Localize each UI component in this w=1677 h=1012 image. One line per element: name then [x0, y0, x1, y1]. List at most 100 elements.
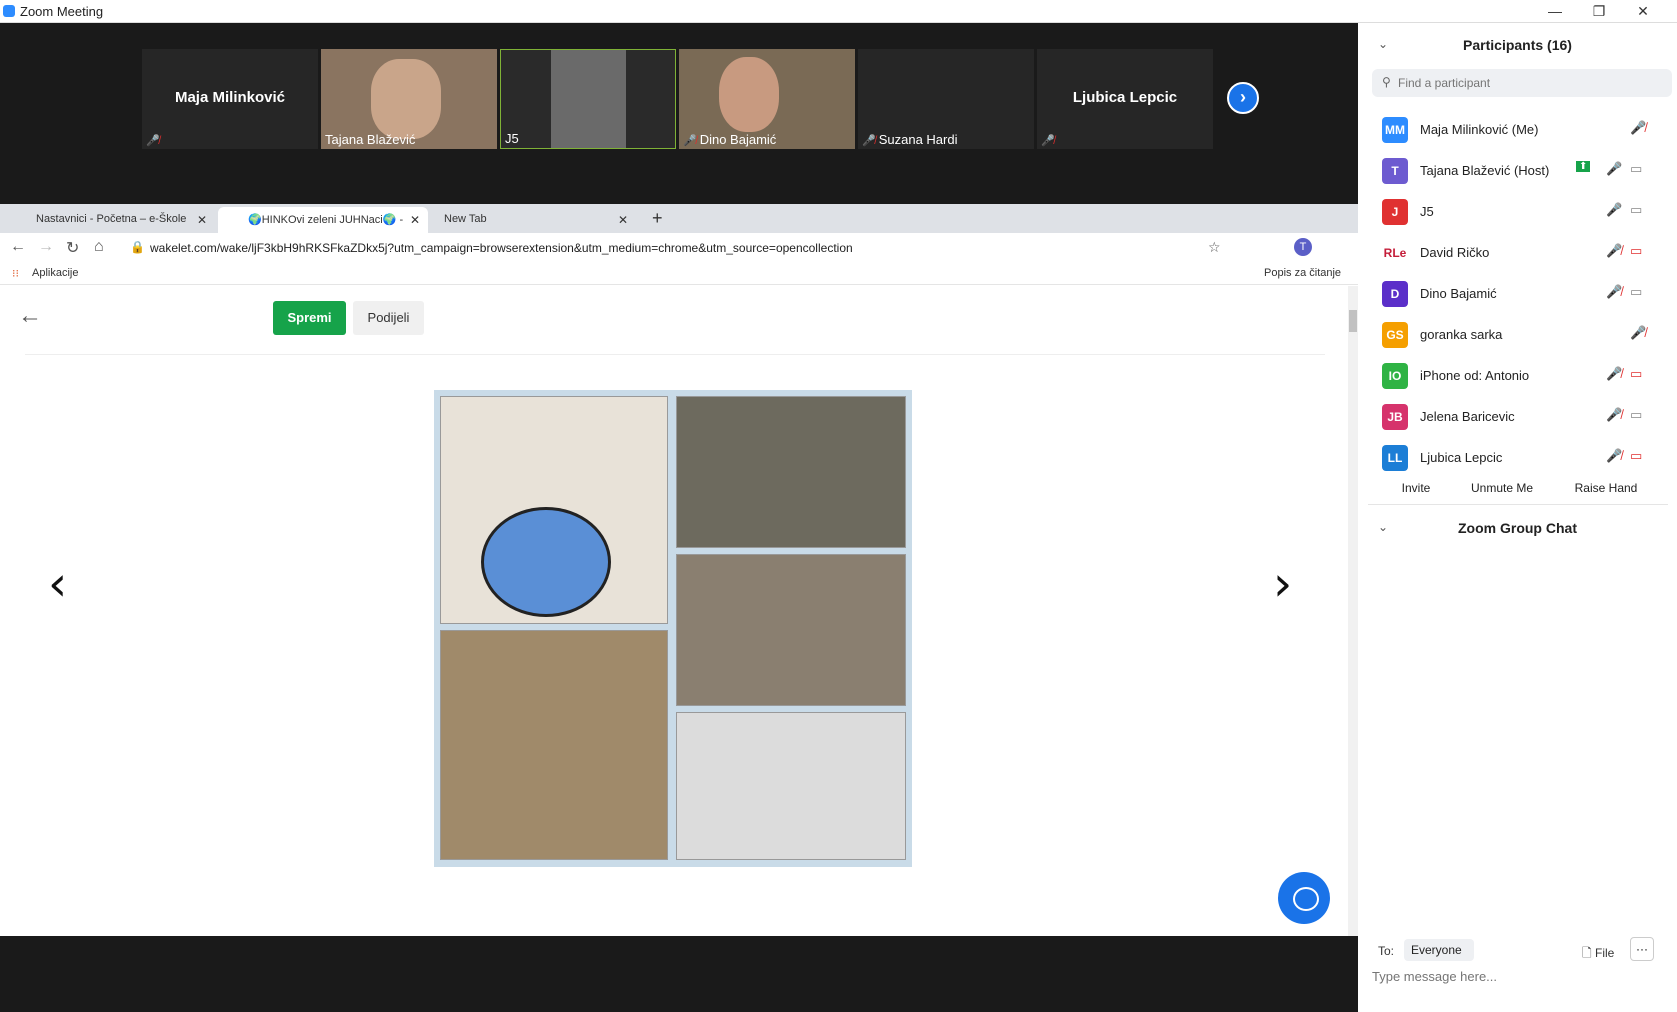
camera-icon[interactable]: ▭ [1630, 161, 1642, 177]
mic-icon[interactable]: 🎤 [1606, 161, 1622, 177]
minimize-button[interactable]: — [1533, 0, 1577, 23]
share-button[interactable]: Podijeli [353, 301, 424, 335]
save-button[interactable]: Spremi [273, 301, 346, 335]
restore-button[interactable]: ❐ [1577, 0, 1621, 23]
video-tile-maja[interactable]: Maja Milinković 🎤̸ [142, 49, 318, 149]
reload-icon[interactable]: ↻ [66, 238, 79, 258]
tile-caption: 🎤̸ Suzana Hardi [862, 132, 958, 147]
avatar: MM [1382, 117, 1408, 143]
zoom-logo-icon [3, 5, 15, 17]
tab-strip: Nastavnici - Početna – e-Škole ✕ 🌍HINKOvi… [0, 204, 1358, 233]
close-tab-icon[interactable]: ✕ [618, 213, 628, 227]
avatar: T [1382, 158, 1408, 184]
lock-icon: 🔒 [130, 240, 145, 254]
reading-list[interactable]: Popis za čitanje [1264, 267, 1341, 279]
drawing-earth-image [440, 396, 668, 624]
forward-icon[interactable]: → [38, 238, 54, 256]
participant-name: Maja Milinković (Me) [1420, 122, 1539, 137]
camera-icon[interactable]: ▭ [1630, 407, 1642, 423]
mic-off-icon: 🎤̸ [146, 135, 160, 147]
chat-message-input[interactable] [1372, 964, 1662, 988]
bookmark-apps[interactable]: Aplikacije [32, 267, 78, 279]
url-field[interactable]: wakelet.com/wake/ljF3kbH9hRKSFkaZDkx5j?u… [150, 241, 853, 255]
prev-slide-button[interactable]: ‹ [48, 556, 67, 612]
tab-new[interactable]: New Tab ✕ [430, 207, 636, 233]
mic-off-icon[interactable]: 🎤̸ [1606, 366, 1622, 382]
back-arrow-icon[interactable]: ← [18, 302, 42, 330]
participant-name: Ljubica Lepcic [1420, 450, 1503, 465]
next-slide-button[interactable]: › [1273, 556, 1292, 612]
camera-off-icon[interactable]: ▭ [1630, 243, 1642, 259]
mic-off-icon: 🎤̸ [683, 135, 697, 147]
mic-off-icon[interactable]: 🎤̸ [1606, 243, 1622, 259]
tab-wakelet[interactable]: 🌍HINKOvi zeleni JUHNaci🌍 - ✕ [218, 207, 428, 233]
chat-bubble-icon[interactable] [1278, 872, 1330, 924]
avatar: RLe [1382, 240, 1408, 266]
participant-row[interactable]: J J5 🎤 ▭ [1358, 191, 1677, 232]
new-tab-button[interactable]: + [652, 208, 663, 229]
camera-icon[interactable]: ▭ [1630, 202, 1642, 218]
raise-hand-button[interactable]: Raise Hand [1566, 476, 1646, 500]
screen-share-icon: ⬆ [1576, 161, 1591, 172]
camera-icon[interactable]: ▭ [1630, 284, 1642, 300]
search-input[interactable] [1398, 73, 1658, 93]
unmute-me-button[interactable]: Unmute Me [1462, 476, 1542, 500]
file-icon: 🗋 [1582, 946, 1592, 960]
tile-name: Ljubica Lepcic [1072, 89, 1178, 106]
gallery-next-button[interactable]: › [1227, 82, 1259, 114]
mic-off-icon: 🎤̸ [862, 135, 876, 147]
mic-off-icon[interactable]: 🎤̸ [1630, 120, 1646, 136]
video-tile-suzana[interactable]: 🎤̸ Suzana Hardi [858, 49, 1034, 149]
close-tab-icon[interactable]: ✕ [410, 213, 420, 227]
wakelet-page: ← Spremi Podijeli ‹ › [0, 286, 1358, 936]
tile-caption: 🎤̸ [1041, 132, 1058, 147]
window-title: Zoom Meeting [20, 4, 104, 19]
close-tab-icon[interactable]: ✕ [197, 213, 207, 227]
file-button[interactable]: 🗋 File [1582, 944, 1614, 965]
avatar: IO [1382, 363, 1408, 389]
participant-video [551, 50, 626, 148]
search-icon: ⚲ [1382, 75, 1391, 89]
video-tile-ljubica[interactable]: Ljubica Lepcic 🎤̸ [1037, 49, 1213, 149]
bookmark-star-icon[interactable]: ☆ [1208, 239, 1221, 256]
classroom-photo-2 [676, 554, 906, 706]
recipient-select[interactable]: Everyone ⌄ [1404, 939, 1474, 979]
participant-row[interactable]: IO iPhone od: Antonio 🎤̸ ▭ [1358, 355, 1677, 396]
photo-collage[interactable] [434, 390, 912, 867]
invite-button[interactable]: Invite [1390, 476, 1442, 500]
more-options-button[interactable]: ··· [1630, 937, 1654, 961]
participant-row[interactable]: T Tajana Blažević (Host) ⬆ 🎤 ▭ [1358, 150, 1677, 191]
mic-off-icon[interactable]: 🎤̸ [1606, 448, 1622, 464]
mic-icon[interactable]: 🎤 [1606, 202, 1622, 218]
mic-off-icon[interactable]: 🎤̸ [1606, 407, 1622, 423]
profile-avatar[interactable]: T [1294, 238, 1312, 256]
close-button[interactable]: ✕ [1621, 0, 1665, 23]
participants-header: Participants (16) [1463, 37, 1572, 53]
camera-off-icon[interactable]: ▭ [1630, 448, 1642, 464]
participant-name: goranka sarka [1420, 327, 1503, 342]
participant-search[interactable]: ⚲ [1372, 69, 1672, 97]
apps-grid-icon[interactable]: ⁝⁝ [12, 267, 19, 280]
tab-eskole[interactable]: Nastavnici - Početna – e-Škole ✕ [0, 207, 215, 233]
scroll-thumb[interactable] [1349, 310, 1357, 332]
back-icon[interactable]: ← [10, 238, 26, 256]
mic-off-icon: 🎤̸ [1041, 135, 1055, 147]
zoom-title-bar: Zoom Meeting — ❐ ✕ [0, 0, 1677, 23]
mic-off-icon[interactable]: 🎤̸ [1606, 284, 1622, 300]
participant-row[interactable]: RLe David Ričko 🎤̸ ▭ [1358, 232, 1677, 273]
participant-row[interactable]: GS goranka sarka 🎤̸ [1358, 314, 1677, 355]
camera-off-icon[interactable]: ▭ [1630, 366, 1642, 382]
divider [1368, 504, 1668, 505]
home-icon[interactable]: ⌂ [94, 238, 104, 256]
participant-row[interactable]: JB Jelena Baricevic 🎤̸ ▭ [1358, 396, 1677, 437]
video-tile-dino[interactable]: 🎤̸ Dino Bajamić [679, 49, 855, 149]
video-tile-tajana[interactable]: Tajana Blažević [321, 49, 497, 149]
video-tile-j5[interactable]: J5 [500, 49, 676, 149]
mic-off-icon[interactable]: 🎤̸ [1630, 325, 1646, 341]
participant-row[interactable]: LL Ljubica Lepcic 🎤̸ ▭ [1358, 437, 1677, 478]
page-scrollbar[interactable] [1348, 286, 1358, 936]
participant-row[interactable]: D Dino Bajamić 🎤̸ ▭ [1358, 273, 1677, 314]
participant-name: David Ričko [1420, 245, 1490, 260]
tile-name: Maja Milinković [174, 89, 286, 106]
participant-row[interactable]: MM Maja Milinković (Me) 🎤̸ [1358, 109, 1677, 150]
